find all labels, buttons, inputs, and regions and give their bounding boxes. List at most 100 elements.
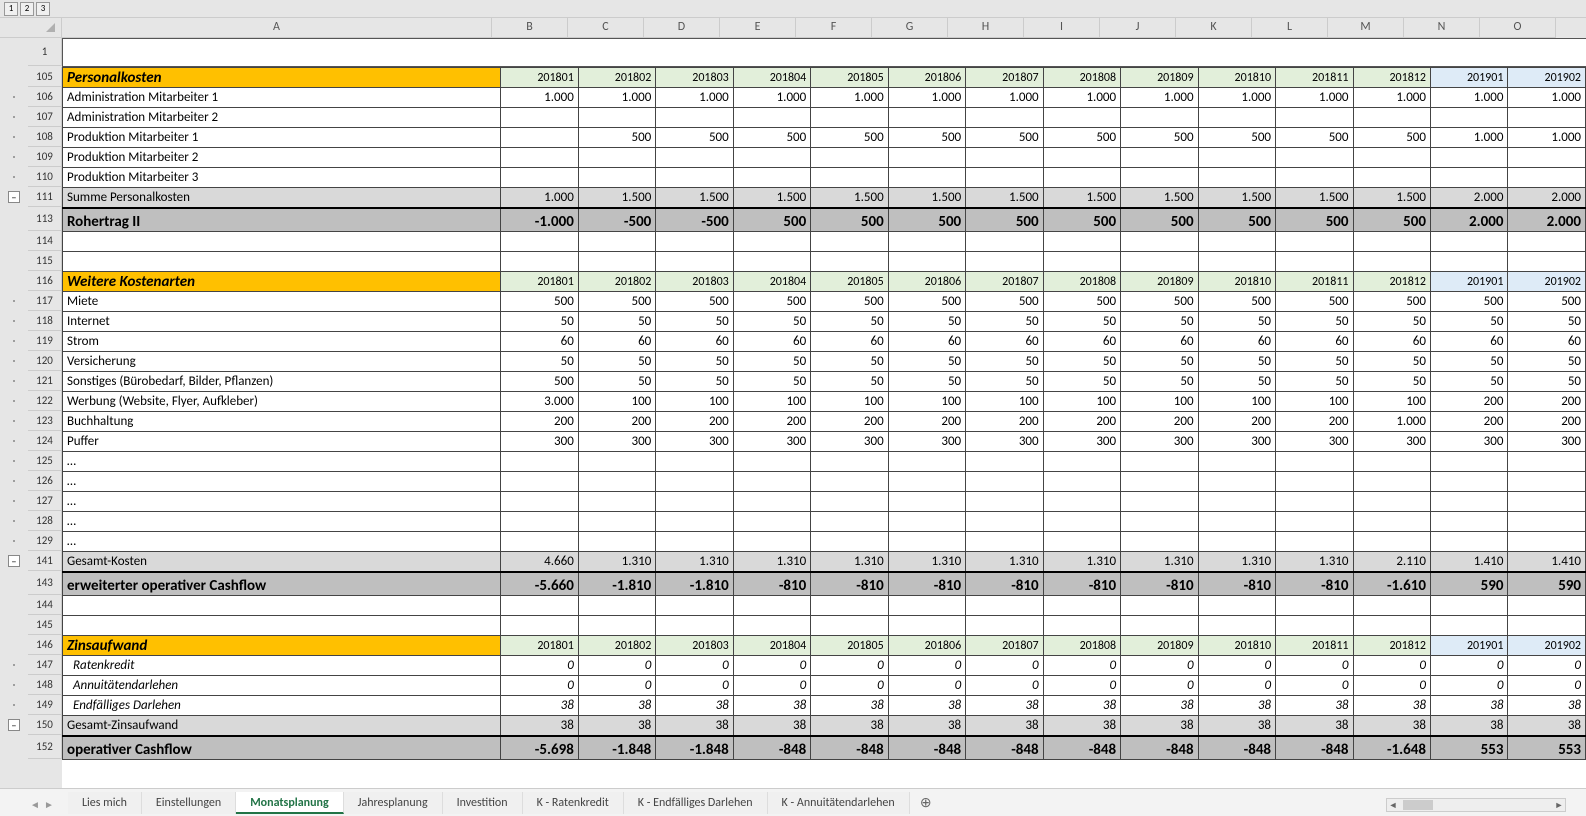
data-cell[interactable]: 38 bbox=[1430, 696, 1507, 716]
data-cell[interactable]: 201807 bbox=[966, 636, 1043, 656]
data-cell[interactable] bbox=[888, 108, 965, 128]
data-cell[interactable]: 0 bbox=[888, 676, 965, 696]
data-cell[interactable] bbox=[1121, 452, 1198, 472]
data-cell[interactable]: 1.410 bbox=[1508, 552, 1586, 572]
data-cell[interactable]: 500 bbox=[811, 208, 888, 232]
data-cell[interactable] bbox=[733, 252, 810, 272]
data-cell[interactable] bbox=[966, 252, 1043, 272]
row-label-cell[interactable]: Weitere Kostenarten bbox=[63, 272, 501, 292]
data-cell[interactable]: 0 bbox=[656, 656, 733, 676]
data-cell[interactable] bbox=[1043, 596, 1120, 616]
row-label-cell[interactable]: Endfälliges Darlehen bbox=[63, 696, 501, 716]
data-cell[interactable]: 50 bbox=[811, 312, 888, 332]
data-cell[interactable]: 50 bbox=[733, 372, 810, 392]
data-cell[interactable]: 60 bbox=[733, 332, 810, 352]
row-header[interactable]: 113 bbox=[28, 207, 62, 231]
data-cell[interactable]: 0 bbox=[888, 656, 965, 676]
data-cell[interactable] bbox=[1508, 148, 1586, 168]
data-cell[interactable] bbox=[1276, 492, 1353, 512]
data-cell[interactable] bbox=[1430, 532, 1507, 552]
sheet-tab[interactable]: K - Ratenkredit bbox=[523, 792, 624, 814]
data-cell[interactable]: 201801 bbox=[501, 68, 578, 88]
data-cell[interactable]: 1.500 bbox=[888, 188, 965, 208]
row-header[interactable]: 144 bbox=[28, 595, 62, 615]
data-cell[interactable]: 201806 bbox=[888, 272, 965, 292]
data-cell[interactable]: 1.000 bbox=[966, 88, 1043, 108]
data-cell[interactable]: 500 bbox=[733, 128, 810, 148]
data-cell[interactable] bbox=[1430, 596, 1507, 616]
row-header[interactable]: 126 bbox=[28, 471, 62, 491]
data-cell[interactable]: 500 bbox=[1198, 128, 1275, 148]
data-cell[interactable]: 1.000 bbox=[656, 88, 733, 108]
col-header-L[interactable]: L bbox=[1252, 18, 1328, 38]
data-cell[interactable]: 50 bbox=[1043, 312, 1120, 332]
add-sheet-button[interactable]: ⊕ bbox=[916, 794, 936, 811]
data-cell[interactable]: 300 bbox=[501, 432, 578, 452]
data-cell[interactable] bbox=[1276, 148, 1353, 168]
data-cell[interactable]: 60 bbox=[1043, 332, 1120, 352]
data-cell[interactable] bbox=[1043, 108, 1120, 128]
data-cell[interactable]: 38 bbox=[1121, 696, 1198, 716]
row-header[interactable]: 117 bbox=[28, 291, 62, 311]
row-label-cell[interactable]: … bbox=[63, 512, 501, 532]
data-cell[interactable] bbox=[1430, 148, 1507, 168]
data-cell[interactable]: 100 bbox=[1276, 392, 1353, 412]
data-cell[interactable] bbox=[1043, 532, 1120, 552]
data-cell[interactable] bbox=[1276, 532, 1353, 552]
data-cell[interactable] bbox=[966, 616, 1043, 636]
data-cell[interactable]: 100 bbox=[1198, 392, 1275, 412]
data-cell[interactable]: 38 bbox=[1430, 716, 1507, 736]
data-cell[interactable]: 1.000 bbox=[1508, 128, 1586, 148]
data-cell[interactable]: 201802 bbox=[578, 636, 655, 656]
data-cell[interactable] bbox=[811, 596, 888, 616]
data-cell[interactable]: 300 bbox=[1508, 432, 1586, 452]
data-cell[interactable] bbox=[811, 232, 888, 252]
data-cell[interactable] bbox=[733, 472, 810, 492]
data-cell[interactable]: 50 bbox=[1121, 352, 1198, 372]
data-cell[interactable]: 200 bbox=[1043, 412, 1120, 432]
data-cell[interactable]: 50 bbox=[656, 312, 733, 332]
data-cell[interactable]: 200 bbox=[966, 412, 1043, 432]
data-cell[interactable] bbox=[733, 492, 810, 512]
data-cell[interactable] bbox=[1430, 512, 1507, 532]
data-cell[interactable]: 1.000 bbox=[1353, 412, 1430, 432]
data-cell[interactable] bbox=[656, 252, 733, 272]
data-cell[interactable] bbox=[1508, 492, 1586, 512]
data-cell[interactable]: 50 bbox=[1276, 372, 1353, 392]
data-cell[interactable] bbox=[1430, 168, 1507, 188]
data-cell[interactable] bbox=[1043, 252, 1120, 272]
col-header-J[interactable]: J bbox=[1100, 18, 1176, 38]
data-cell[interactable]: 0 bbox=[1508, 656, 1586, 676]
data-cell[interactable]: 201812 bbox=[1353, 636, 1430, 656]
data-cell[interactable]: 0 bbox=[656, 676, 733, 696]
data-cell[interactable]: 201811 bbox=[1276, 272, 1353, 292]
data-cell[interactable]: 0 bbox=[733, 656, 810, 676]
sheet-tab[interactable]: Monatsplanung bbox=[236, 792, 343, 814]
data-cell[interactable] bbox=[656, 512, 733, 532]
data-cell[interactable]: 60 bbox=[1198, 332, 1275, 352]
data-cell[interactable]: 201812 bbox=[1353, 68, 1430, 88]
data-cell[interactable]: -1.000 bbox=[501, 208, 578, 232]
data-cell[interactable]: 38 bbox=[888, 696, 965, 716]
data-cell[interactable] bbox=[1508, 452, 1586, 472]
data-cell[interactable] bbox=[1198, 252, 1275, 272]
data-cell[interactable]: 300 bbox=[966, 432, 1043, 452]
data-cell[interactable]: 200 bbox=[1430, 392, 1507, 412]
data-cell[interactable]: 60 bbox=[1508, 332, 1586, 352]
data-cell[interactable] bbox=[1353, 472, 1430, 492]
col-header-G[interactable]: G bbox=[872, 18, 948, 38]
row-label-cell[interactable]: Puffer bbox=[63, 432, 501, 452]
data-cell[interactable]: 201805 bbox=[811, 636, 888, 656]
data-cell[interactable] bbox=[966, 232, 1043, 252]
data-cell[interactable]: -5.698 bbox=[501, 736, 578, 760]
data-cell[interactable]: 50 bbox=[1430, 312, 1507, 332]
data-cell[interactable] bbox=[888, 472, 965, 492]
row-header-frozen[interactable]: 1 bbox=[28, 38, 62, 66]
data-cell[interactable]: 1.500 bbox=[1198, 188, 1275, 208]
data-cell[interactable]: 1.500 bbox=[656, 188, 733, 208]
data-cell[interactable]: 500 bbox=[501, 372, 578, 392]
data-cell[interactable]: 500 bbox=[656, 128, 733, 148]
data-cell[interactable]: 201901 bbox=[1430, 272, 1507, 292]
data-cell[interactable] bbox=[811, 108, 888, 128]
data-cell[interactable]: 1.000 bbox=[811, 88, 888, 108]
